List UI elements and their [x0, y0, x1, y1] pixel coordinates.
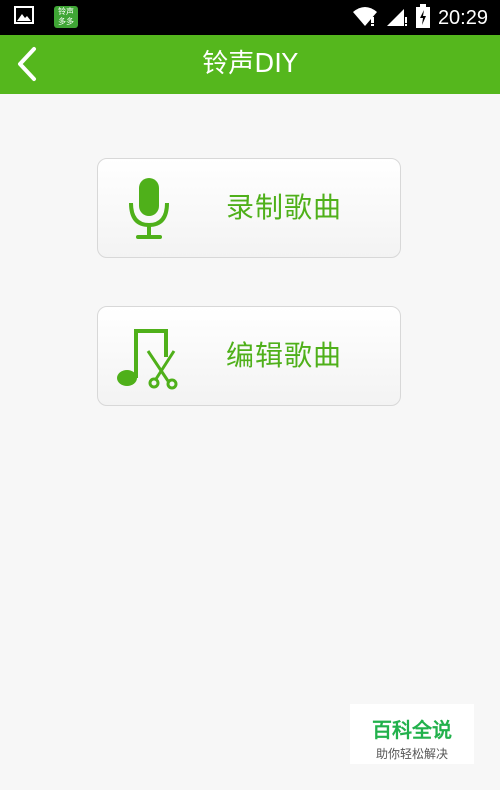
watermark-title: 百科全说	[372, 718, 452, 742]
page-title: 铃声DIY	[202, 49, 298, 79]
edit-song-button[interactable]: 编辑歌曲	[97, 306, 401, 406]
app-badge-line2: 多多	[58, 17, 74, 26]
status-bar-right: 20:29	[352, 4, 488, 32]
title-bar: 铃声DIY	[0, 35, 500, 94]
watermark-subtitle: 助你轻松解决	[375, 747, 448, 761]
record-song-button[interactable]: 录制歌曲	[97, 158, 401, 258]
status-bar-left: 铃声 多多	[14, 6, 78, 28]
image-icon	[14, 6, 34, 28]
edit-song-label: 编辑歌曲	[226, 339, 343, 372]
app-badge-line1: 铃声	[58, 7, 74, 16]
status-time: 20:29	[437, 7, 488, 29]
music-scissors-icon	[116, 321, 186, 391]
record-song-label: 录制歌曲	[226, 191, 343, 224]
watermark: 百科全说 助你轻松解决	[350, 704, 474, 764]
app-badge-icon: 铃声 多多	[54, 6, 78, 28]
wifi-icon	[352, 5, 378, 31]
microphone-icon	[116, 173, 186, 243]
status-bar: 铃声 多多 20:29	[0, 0, 500, 35]
signal-icon	[386, 5, 408, 31]
battery-charging-icon	[415, 4, 430, 32]
